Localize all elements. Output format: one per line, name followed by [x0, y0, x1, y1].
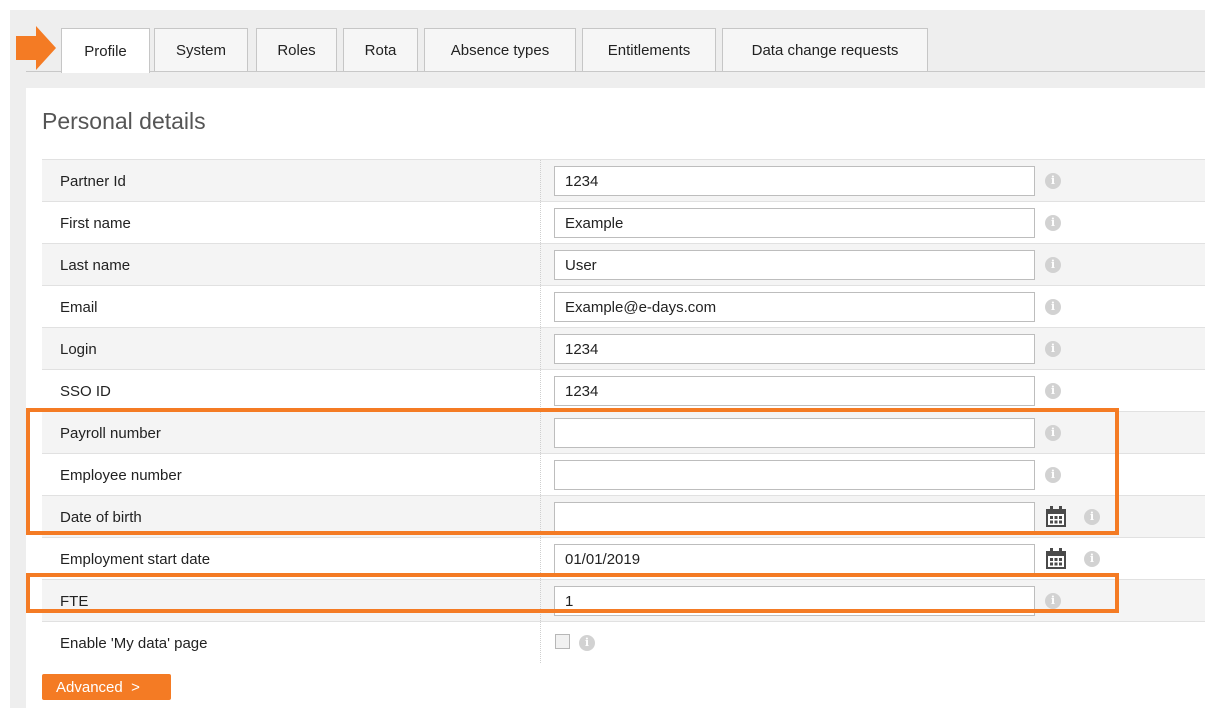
- calendar-icon[interactable]: [1044, 547, 1068, 571]
- info-icon[interactable]: i: [1045, 383, 1061, 399]
- last-name-input[interactable]: [554, 250, 1035, 280]
- tab-data-change-requests[interactable]: Data change requests: [722, 28, 928, 71]
- tab-profile[interactable]: Profile: [61, 28, 150, 73]
- field-label: Enable 'My data' page: [60, 635, 208, 652]
- tab-rota[interactable]: Rota: [343, 28, 418, 71]
- field-label: Payroll number: [60, 425, 161, 442]
- field-label: Login: [60, 341, 97, 358]
- info-icon[interactable]: i: [1084, 551, 1100, 567]
- info-icon[interactable]: i: [1045, 215, 1061, 231]
- partner-id-input[interactable]: [554, 166, 1035, 196]
- calendar-icon[interactable]: [1044, 505, 1068, 529]
- field-label: Employee number: [60, 467, 182, 484]
- tab-bar-baseline: [26, 71, 1205, 72]
- row-enable-my-data: Enable 'My data' page i: [42, 621, 1205, 663]
- field-label: FTE: [60, 593, 89, 610]
- tab-absence-types[interactable]: Absence types: [424, 28, 576, 71]
- field-label: First name: [60, 215, 131, 232]
- field-label: Partner Id: [60, 173, 126, 190]
- info-icon[interactable]: i: [579, 635, 595, 651]
- arrow-right-icon: [16, 26, 56, 70]
- row-date-of-birth: Date of birth i: [42, 495, 1205, 537]
- date-of-birth-input[interactable]: [554, 502, 1035, 532]
- info-icon[interactable]: i: [1045, 593, 1061, 609]
- employment-start-date-input[interactable]: [554, 544, 1035, 574]
- field-label: Last name: [60, 257, 131, 274]
- first-name-input[interactable]: [554, 208, 1035, 238]
- info-icon[interactable]: i: [1084, 509, 1100, 525]
- field-label: SSO ID: [60, 383, 111, 400]
- row-first-name: First name i: [42, 201, 1205, 243]
- info-icon[interactable]: i: [1045, 425, 1061, 441]
- sso-id-input[interactable]: [554, 376, 1035, 406]
- row-employment-start-date: Employment start date i: [42, 537, 1205, 579]
- employee-number-input[interactable]: [554, 460, 1035, 490]
- advanced-button[interactable]: Advanced >: [42, 674, 171, 700]
- info-icon[interactable]: i: [1045, 173, 1061, 189]
- tab-roles[interactable]: Roles: [256, 28, 337, 71]
- field-label: Email: [60, 299, 98, 316]
- info-icon[interactable]: i: [1045, 299, 1061, 315]
- row-employee-number: Employee number i: [42, 453, 1205, 495]
- field-label: Employment start date: [60, 551, 211, 568]
- tab-system[interactable]: System: [154, 28, 248, 71]
- row-payroll-number: Payroll number i: [42, 411, 1205, 453]
- personal-details-table: Partner Id i First name i Last name i Em…: [42, 159, 1205, 663]
- info-icon[interactable]: i: [1045, 467, 1061, 483]
- email-input[interactable]: [554, 292, 1035, 322]
- info-icon[interactable]: i: [1045, 257, 1061, 273]
- enable-my-data-checkbox[interactable]: [555, 634, 570, 649]
- field-label: Date of birth: [60, 509, 142, 526]
- tab-entitlements[interactable]: Entitlements: [582, 28, 716, 71]
- chevron-right-icon: >: [131, 678, 140, 696]
- payroll-number-input[interactable]: [554, 418, 1035, 448]
- fte-input[interactable]: [554, 586, 1035, 616]
- section-title: Personal details: [42, 108, 206, 134]
- row-login: Login i: [42, 327, 1205, 369]
- row-sso-id: SSO ID i: [42, 369, 1205, 411]
- row-last-name: Last name i: [42, 243, 1205, 285]
- login-input[interactable]: [554, 334, 1035, 364]
- info-icon[interactable]: i: [1045, 341, 1061, 357]
- row-partner-id: Partner Id i: [42, 159, 1205, 201]
- row-fte: FTE i: [42, 579, 1205, 621]
- row-email: Email i: [42, 285, 1205, 327]
